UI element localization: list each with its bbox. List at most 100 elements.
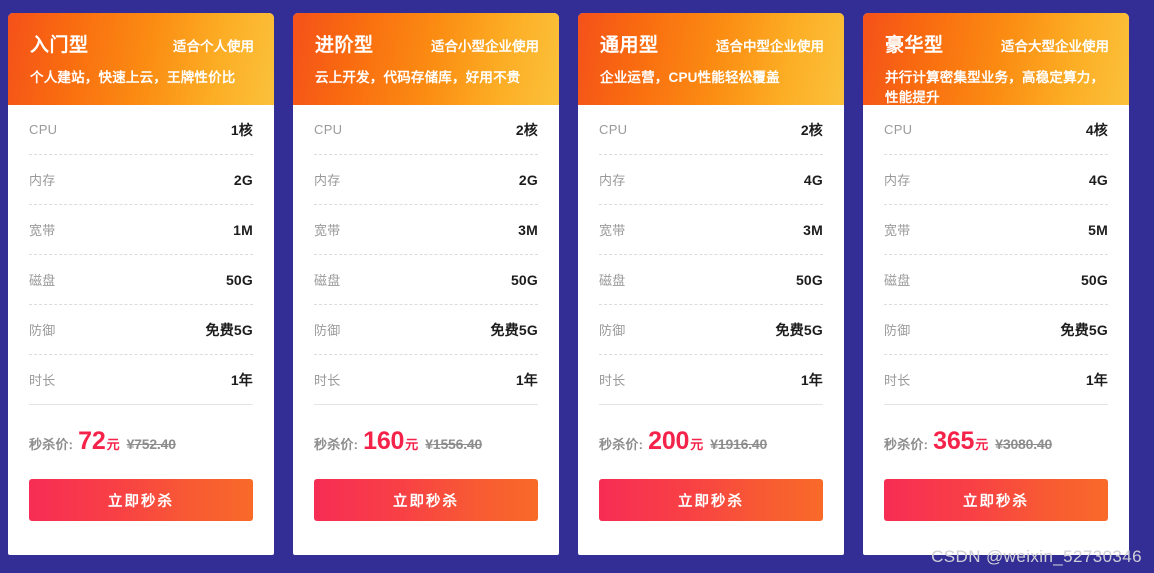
plan-card: 豪华型 适合大型企业使用 并行计算密集型业务，高稳定算力，性能提升 CPU 4核 内存 4G… — [863, 13, 1129, 555]
spec-row-disk: 磁盘 50G — [314, 255, 538, 305]
spec-label-bandwidth: 宽带 — [884, 223, 911, 238]
spec-value-duration: 1年 — [800, 371, 823, 388]
price-unit: 元 — [405, 437, 419, 452]
spec-label-disk: 磁盘 — [599, 273, 626, 288]
plan-card: 入门型 适合个人使用个人建站，快速上云，王牌性价比 CPU 1核 内存 2G 宽带 1M 磁盘 5… — [8, 13, 274, 555]
plan-audience: 适合小型企业使用 — [431, 39, 539, 54]
price-block: 秒杀价: 365 元 ¥3080.40 — [863, 405, 1129, 456]
spec-label-disk: 磁盘 — [314, 273, 341, 288]
spec-list: CPU 4核 内存 4G 宽带 5M 磁盘 50G 防御 免费5G 时长 1年 — [863, 105, 1129, 405]
plan-audience: 适合中型企业使用 — [716, 39, 824, 54]
spec-value-defense: 免费5G — [775, 321, 823, 338]
price-block: 秒杀价: 160 元 ¥1556.40 — [293, 405, 559, 456]
spec-value-disk: 50G — [225, 271, 253, 288]
spec-row-disk: 磁盘 50G — [884, 255, 1108, 305]
sale-price: 365 — [933, 427, 975, 455]
spec-label-defense: 防御 — [599, 323, 626, 338]
buy-now-button[interactable]: 立即秒杀 — [29, 479, 253, 521]
plan-audience: 适合大型企业使用 — [1001, 39, 1109, 54]
plan-description: 云上开发，代码存储库，好用不贵 — [315, 70, 521, 85]
card-header: 入门型 适合个人使用个人建站，快速上云，王牌性价比 — [8, 13, 274, 105]
original-price-value: 1556.40 — [432, 436, 483, 452]
spec-label-duration: 时长 — [314, 373, 341, 388]
spec-label-duration: 时长 — [599, 373, 626, 388]
spec-value-cpu: 2核 — [800, 121, 823, 138]
card-header-top: 进阶型 适合小型企业使用 — [315, 30, 541, 57]
currency-symbol: ¥ — [995, 436, 1003, 452]
original-price-value: 3080.40 — [1002, 436, 1053, 452]
card-header-top: 入门型 适合个人使用 — [30, 30, 256, 57]
plan-card: 进阶型 适合小型企业使用 云上开发，代码存储库，好用不贵 CPU 2核 内存 2G 宽带 3M 磁… — [293, 13, 559, 555]
spec-value-memory: 4G — [1088, 171, 1108, 188]
buy-now-button[interactable]: 立即秒杀 — [884, 479, 1108, 521]
plan-description: 企业运营，CPU性能轻松覆盖 — [600, 70, 780, 85]
original-price: ¥752.40 — [127, 436, 176, 452]
card-header: 通用型 适合中型企业使用企业运营，CPU性能轻松覆盖 — [578, 13, 844, 105]
spec-label-bandwidth: 宽带 — [599, 223, 626, 238]
spec-row-bandwidth: 宽带 3M — [314, 205, 538, 255]
spec-list: CPU 2核 内存 2G 宽带 3M 磁盘 50G 防御 免费5G 时长 1年 — [293, 105, 559, 405]
spec-label-bandwidth: 宽带 — [314, 223, 341, 238]
plan-name: 通用型 — [600, 35, 659, 56]
original-price: ¥1916.40 — [710, 436, 767, 452]
original-price-value: 1916.40 — [717, 436, 768, 452]
spec-row-cpu: CPU 4核 — [884, 105, 1108, 155]
pricing-cards-row: 入门型 适合个人使用 个人建站，快速上云，王牌性价比 CPU 1核 内存 2G 宽带 1M 磁盘 5… — [0, 0, 1154, 555]
spec-value-cpu: 1核 — [230, 121, 253, 138]
spec-row-memory: 内存 2G — [314, 155, 538, 205]
sale-price: 160 — [363, 427, 405, 455]
spec-row-cpu: CPU 2核 — [599, 105, 823, 155]
spec-value-bandwidth: 3M — [803, 221, 823, 238]
plan-name: 豪华型 — [885, 35, 944, 56]
spec-value-duration: 1年 — [230, 371, 253, 388]
currency-symbol: ¥ — [710, 436, 718, 452]
spec-row-duration: 时长 1年 — [599, 355, 823, 405]
cta-wrapper: 立即秒杀 — [293, 456, 559, 521]
plan-description: 个人建站，快速上云，王牌性价比 — [30, 70, 236, 85]
spec-value-disk: 50G — [1080, 271, 1108, 288]
cta-wrapper: 立即秒杀 — [863, 456, 1129, 521]
sale-price: 200 — [648, 427, 690, 455]
spec-value-cpu: 2核 — [515, 121, 538, 138]
spec-label-disk: 磁盘 — [884, 273, 911, 288]
card-header: 进阶型 适合小型企业使用云上开发，代码存储库，好用不贵 — [293, 13, 559, 105]
spec-label-defense: 防御 — [884, 323, 911, 338]
spec-row-bandwidth: 宽带 5M — [884, 205, 1108, 255]
original-price-value: 752.40 — [134, 436, 176, 452]
card-header-top: 豪华型 适合大型企业使用 — [885, 30, 1111, 57]
spec-label-bandwidth: 宽带 — [29, 223, 56, 238]
plan-name: 入门型 — [30, 35, 89, 56]
buy-now-button[interactable]: 立即秒杀 — [599, 479, 823, 521]
spec-row-disk: 磁盘 50G — [29, 255, 253, 305]
spec-value-bandwidth: 5M — [1088, 221, 1108, 238]
spec-row-defense: 防御 免费5G — [29, 305, 253, 355]
original-price: ¥3080.40 — [995, 436, 1052, 452]
spec-value-bandwidth: 3M — [518, 221, 538, 238]
spec-row-memory: 内存 4G — [599, 155, 823, 205]
buy-now-button[interactable]: 立即秒杀 — [314, 479, 538, 521]
spec-value-memory: 4G — [803, 171, 823, 188]
plan-description: 并行计算密集型业务，高稳定算力，性能提升 — [885, 70, 1105, 105]
price-unit: 元 — [975, 437, 989, 452]
spec-value-bandwidth: 1M — [233, 221, 253, 238]
price-caption: 秒杀价: — [599, 437, 644, 452]
price-caption: 秒杀价: — [314, 437, 359, 452]
original-price: ¥1556.40 — [425, 436, 482, 452]
price-caption: 秒杀价: — [29, 437, 74, 452]
spec-row-memory: 内存 2G — [29, 155, 253, 205]
plan-audience: 适合个人使用 — [173, 39, 254, 54]
card-header-top: 通用型 适合中型企业使用 — [600, 30, 826, 57]
spec-label-duration: 时长 — [29, 373, 56, 388]
spec-row-cpu: CPU 1核 — [29, 105, 253, 155]
plan-card: 通用型 适合中型企业使用企业运营，CPU性能轻松覆盖 CPU 2核内存 4G 宽带 3M 磁盘… — [578, 13, 844, 555]
spec-label-duration: 时长 — [884, 373, 911, 388]
spec-label-memory: 内存 — [314, 173, 341, 188]
spec-row-defense: 防御 免费5G — [314, 305, 538, 355]
spec-label-cpu: CPU — [599, 122, 628, 137]
spec-value-defense: 免费5G — [490, 321, 538, 338]
spec-value-disk: 50G — [795, 271, 823, 288]
spec-row-duration: 时长 1年 — [314, 355, 538, 405]
spec-row-bandwidth: 宽带 1M — [29, 205, 253, 255]
spec-row-defense: 防御 免费5G — [884, 305, 1108, 355]
currency-symbol: ¥ — [425, 436, 433, 452]
